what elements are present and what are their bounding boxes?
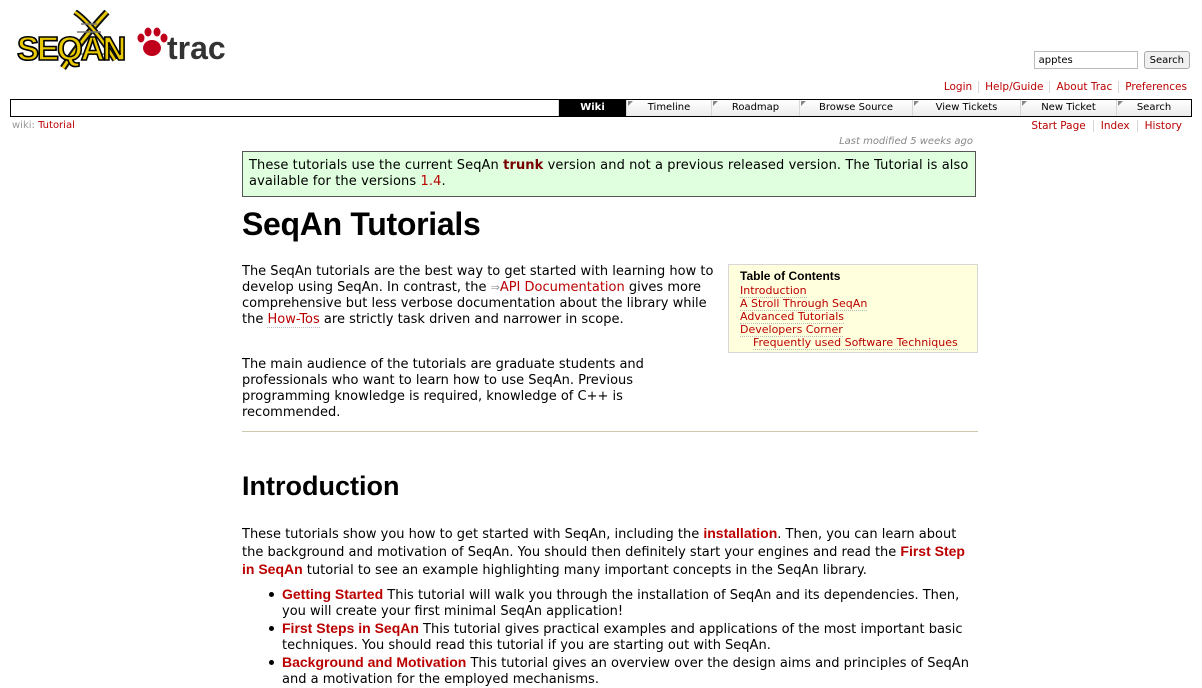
version-notice: These tutorials use the current SeqAn tr… — [242, 151, 976, 197]
toc-item-software-techniques[interactable]: Frequently used Software Techniques — [753, 336, 958, 350]
external-link-icon: ⇒ — [490, 281, 500, 294]
corner-marker — [914, 101, 919, 106]
svg-text:SEQAN: SEQAN — [17, 30, 125, 67]
main-nav: Wiki Timeline Roadmap Browse Source View… — [10, 99, 1192, 117]
introduction-paragraph: These tutorials show you how to get star… — [242, 525, 978, 579]
search-form: Search — [1033, 51, 1190, 69]
list-item: First Steps in SeqAn This tutorial gives… — [242, 620, 978, 654]
banner: SEQAN trac Search Login Help/Guide About… — [0, 0, 1202, 100]
tab-view-tickets[interactable]: View Tickets — [912, 100, 1020, 116]
help-guide-link[interactable]: Help/Guide — [985, 81, 1043, 93]
getting-started-link[interactable]: Getting Started — [282, 586, 383, 602]
installation-link[interactable]: installation — [703, 525, 777, 541]
seqan-trac-logo[interactable]: SEQAN trac — [15, 10, 230, 70]
corner-marker — [628, 101, 633, 106]
toc-item-stroll[interactable]: A Stroll Through SeqAn — [740, 297, 868, 311]
tab-browse-source[interactable]: Browse Source — [799, 100, 912, 116]
how-tos-link[interactable]: How-Tos — [267, 312, 320, 328]
paragraph-text: These tutorials show you how to get star… — [242, 527, 704, 542]
breadcrumb: wiki: Tutorial — [12, 120, 75, 131]
last-modified: Last modified 5 weeks ago — [839, 136, 973, 147]
introduction-heading: Introduction — [242, 471, 400, 501]
notice-trunk: trunk — [503, 158, 544, 173]
section-divider — [242, 431, 978, 432]
list-item-text: This tutorial will walk you through the … — [282, 588, 960, 619]
tab-search[interactable]: Search — [1116, 100, 1191, 116]
toc-item-advanced[interactable]: Advanced Tutorials — [740, 310, 845, 324]
paragraph-text: are strictly task driven and narrower in… — [319, 312, 624, 327]
toc-heading: Table of Contents — [740, 269, 841, 283]
paragraph-text: tutorial to see an example highlighting … — [302, 563, 867, 578]
breadcrumb-page-link[interactable]: Tutorial — [38, 120, 75, 131]
svg-text:trac: trac — [167, 30, 226, 66]
list-item: Getting Started This tutorial will walk … — [242, 586, 978, 620]
search-button[interactable]: Search — [1143, 51, 1190, 69]
corner-marker — [1022, 101, 1027, 106]
first-steps-link[interactable]: First Steps in SeqAn — [282, 620, 419, 636]
preferences-link[interactable]: Preferences — [1125, 81, 1187, 93]
tab-wiki[interactable]: Wiki — [558, 100, 626, 116]
intro-paragraph: The SeqAn tutorials are the best way to … — [242, 264, 722, 328]
page-title: SeqAn Tutorials — [242, 206, 481, 242]
corner-marker — [1118, 101, 1123, 106]
about-trac-link[interactable]: About Trac — [1056, 81, 1112, 93]
index-link[interactable]: Index — [1101, 120, 1130, 132]
start-page-link[interactable]: Start Page — [1031, 120, 1085, 132]
login-link[interactable]: Login — [944, 81, 972, 93]
toc-item-developers[interactable]: Developers Corner — [740, 323, 843, 337]
list-item: Background and Motivation This tutorial … — [242, 654, 978, 688]
breadcrumb-prefix: wiki: — [12, 120, 35, 131]
history-link[interactable]: History — [1145, 120, 1182, 132]
tab-roadmap[interactable]: Roadmap — [711, 100, 799, 116]
version-1-4-link[interactable]: 1.4 — [421, 174, 442, 189]
search-input[interactable] — [1033, 51, 1138, 69]
corner-marker — [801, 101, 806, 106]
notice-text: These tutorials use the current SeqAn — [249, 158, 504, 173]
context-nav: Start Page Index History — [1024, 120, 1189, 132]
background-motivation-link[interactable]: Background and Motivation — [282, 654, 466, 670]
toc-item-introduction[interactable]: Introduction — [740, 284, 807, 298]
api-documentation-link[interactable]: ⇒API Documentation — [491, 280, 625, 295]
notice-text: . — [441, 174, 446, 189]
tab-new-ticket[interactable]: New Ticket — [1020, 100, 1116, 116]
corner-marker — [713, 101, 718, 106]
table-of-contents: Table of Contents Introduction A Stroll … — [728, 264, 978, 353]
tutorial-list: Getting Started This tutorial will walk … — [242, 586, 978, 688]
metanav: Login Help/Guide About Trac Preferences — [938, 81, 1193, 93]
audience-paragraph: The main audience of the tutorials are g… — [242, 357, 644, 420]
tab-timeline[interactable]: Timeline — [626, 100, 711, 116]
